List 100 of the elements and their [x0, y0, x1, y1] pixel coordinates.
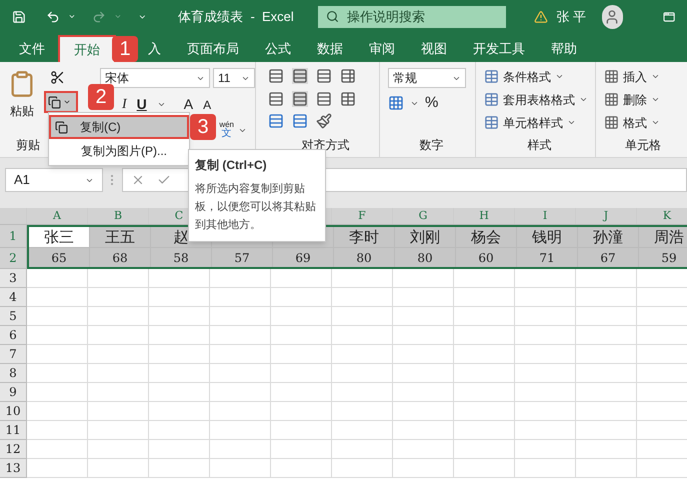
group-label: 样式 — [528, 137, 552, 154]
cancel-icon[interactable] — [131, 173, 145, 187]
merge-icon[interactable] — [340, 90, 356, 107]
column-header[interactable]: G — [393, 208, 454, 224]
grow-font-button[interactable]: A — [184, 94, 194, 115]
step-badge: 1 — [112, 36, 138, 62]
drag-handle-icon[interactable] — [111, 175, 114, 186]
underline-button[interactable]: U — [136, 94, 147, 115]
table-cell: 71 — [517, 248, 578, 267]
row-header[interactable]: 13 — [0, 459, 27, 478]
table-cell: 59 — [639, 248, 687, 267]
caret-icon — [651, 72, 660, 81]
copy-button[interactable] — [44, 91, 78, 113]
font-size-field[interactable]: 11 — [213, 68, 255, 88]
row-header[interactable]: 8 — [0, 364, 27, 383]
align-center-icon[interactable] — [292, 90, 308, 107]
row-header[interactable]: 4 — [0, 288, 27, 307]
ribbon-tab[interactable]: 开始 — [58, 35, 116, 62]
ribbon-tab[interactable]: 文件 — [6, 35, 58, 62]
grid-icon — [604, 69, 619, 84]
column-header[interactable]: B — [88, 208, 149, 224]
table-cell: 67 — [578, 248, 639, 267]
row-header[interactable]: 7 — [0, 345, 27, 364]
warning-icon[interactable] — [534, 8, 548, 24]
table-cell: 刘刚 — [395, 227, 456, 248]
ribbon-tab[interactable]: 页面布局 — [174, 35, 252, 62]
avatar[interactable] — [602, 4, 623, 28]
table-cell: 杨会 — [456, 227, 517, 248]
cells-menu-button[interactable]: 格式 — [604, 113, 682, 132]
row-header[interactable]: 1 — [0, 225, 27, 248]
number-format-field[interactable]: 常规 — [388, 68, 466, 88]
align-right-icon[interactable] — [316, 90, 332, 107]
row-header[interactable]: 6 — [0, 326, 27, 345]
row-header[interactable]: 10 — [0, 402, 27, 421]
row-header[interactable]: 3 — [0, 269, 27, 288]
align-left-icon[interactable] — [268, 90, 284, 107]
row-header[interactable]: 5 — [0, 307, 27, 326]
column-header[interactable]: J — [576, 208, 637, 224]
caret-icon — [63, 98, 71, 106]
paste-button-label[interactable]: 粘贴 — [10, 102, 34, 120]
row-header[interactable]: 12 — [0, 440, 27, 459]
caret-icon — [567, 118, 576, 127]
column-header[interactable]: K — [637, 208, 687, 224]
table-cell: 60 — [456, 248, 517, 267]
cells-menu-button[interactable]: 插入 — [604, 67, 682, 86]
ribbon-display-icon[interactable] — [662, 10, 675, 24]
window-title: 体育成绩表 - Excel — [178, 8, 294, 26]
ribbon-tab[interactable]: 开发工具 — [460, 35, 538, 62]
table-cell: 周浩 — [639, 227, 687, 248]
ribbon-tab[interactable]: 入 — [148, 35, 161, 62]
table-style-icon — [484, 115, 499, 130]
style-menu-button[interactable]: 单元格样式 — [484, 113, 595, 132]
ribbon-tab[interactable]: 帮助 — [538, 35, 590, 62]
style-menu-button[interactable]: 套用表格格式 — [484, 90, 595, 109]
phonetic-button[interactable]: wén 文 — [219, 121, 234, 139]
font-name-field[interactable]: 宋体 — [100, 68, 210, 88]
cut-icon[interactable] — [50, 70, 65, 85]
search-icon — [326, 10, 339, 23]
wrap-text-icon[interactable] — [340, 68, 356, 84]
save-icon[interactable] — [12, 8, 26, 24]
table-cell: 80 — [334, 248, 395, 267]
caret-icon — [156, 100, 166, 109]
table-cell: 孙潼 — [578, 227, 639, 248]
italic-button[interactable]: I — [122, 94, 127, 115]
column-header[interactable]: F — [332, 208, 393, 224]
table-cell: 80 — [395, 248, 456, 267]
percent-button[interactable]: % — [425, 92, 438, 114]
align-bottom-icon[interactable] — [316, 68, 332, 84]
menu-item[interactable]: 复制为图片(P)... — [49, 139, 189, 163]
group-label: 数字 — [420, 137, 444, 154]
undo-icon[interactable] — [46, 8, 60, 24]
table-cell: 钱明 — [517, 227, 578, 248]
menu-item[interactable]: 复制(C) — [49, 115, 189, 139]
caret-icon — [555, 72, 564, 81]
search-field[interactable]: 操作说明搜索 — [318, 6, 506, 28]
column-header[interactable]: H — [454, 208, 515, 224]
align-top-icon[interactable] — [268, 68, 284, 84]
name-box[interactable]: A1 — [5, 168, 103, 192]
ribbon-tab[interactable]: 审阅 — [356, 35, 408, 62]
caret-icon — [651, 95, 660, 104]
align-middle-icon[interactable] — [292, 68, 308, 84]
cells-menu-button[interactable]: 删除 — [604, 90, 682, 109]
group-label: 剪贴 — [15, 137, 41, 154]
caret-icon[interactable] — [68, 12, 76, 21]
grid-icon — [604, 115, 619, 130]
row-header[interactable]: 2 — [0, 248, 27, 269]
column-header[interactable]: I — [515, 208, 576, 224]
caret-icon — [579, 95, 588, 104]
table-cell: 69 — [273, 248, 334, 267]
column-header[interactable]: A — [27, 208, 88, 224]
shrink-font-button[interactable]: A — [203, 96, 212, 114]
ribbon-tab[interactable]: 视图 — [408, 35, 460, 62]
table-style-icon — [484, 92, 499, 107]
row-header[interactable]: 11 — [0, 421, 27, 440]
ribbon-tab[interactable]: 数据 — [304, 35, 356, 62]
ribbon-tab[interactable]: 公式 — [252, 35, 304, 62]
table-cell: 65 — [29, 248, 90, 267]
copy-icon — [48, 96, 61, 108]
row-header[interactable]: 9 — [0, 383, 27, 402]
style-menu-button[interactable]: 条件格式 — [484, 67, 595, 86]
